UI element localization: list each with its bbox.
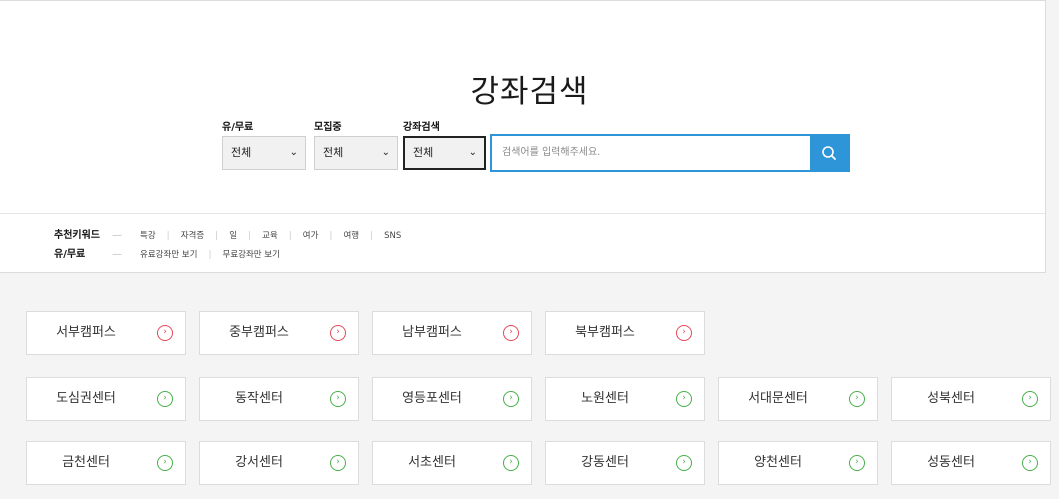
center-label: 강서센터 (235, 455, 283, 470)
chevron-right-circle-icon: › (676, 455, 692, 471)
dash: — (112, 230, 122, 241)
category-select-value: 전체 (413, 146, 434, 159)
divider: | (215, 231, 219, 241)
center-card[interactable]: 서대문센터 › (718, 377, 878, 421)
keyword-link[interactable]: 일 (229, 231, 237, 241)
chevron-down-icon: ⌄ (381, 147, 390, 158)
center-label: 성북센터 (927, 391, 975, 406)
center-label: 강동센터 (581, 455, 629, 470)
center-label: 동작센터 (235, 391, 283, 406)
divider: | (208, 250, 212, 260)
page-title: 강좌검색 (470, 74, 589, 110)
chevron-right-circle-icon: › (1022, 391, 1038, 407)
chevron-right-circle-icon: › (330, 455, 346, 471)
campus-label: 북부캠퍼스 (575, 325, 635, 340)
center-label: 도심권센터 (56, 391, 116, 406)
center-label: 노원센터 (581, 391, 629, 406)
divider (0, 213, 1045, 214)
center-label: 서초센터 (408, 455, 456, 470)
center-card[interactable]: 강서센터 › (199, 441, 359, 485)
search-input[interactable]: 검색어를 입력해주세요. (502, 136, 600, 170)
recruiting-select-value: 전체 (323, 146, 344, 159)
free-only-link[interactable]: 무료강좌만 보기 (223, 250, 280, 260)
filter-label-category: 강좌검색 (403, 122, 440, 133)
paid-row: 유/무료 — 유료강좌만 보기 | 무료강좌만 보기 (54, 245, 280, 260)
center-card[interactable]: 영등포센터 › (372, 377, 532, 421)
chevron-right-circle-icon: › (676, 325, 692, 341)
center-card[interactable]: 성북센터 › (891, 377, 1051, 421)
center-card[interactable]: 도심권센터 › (26, 377, 186, 421)
chevron-right-circle-icon: › (157, 455, 173, 471)
chevron-right-circle-icon: › (676, 391, 692, 407)
campus-card[interactable]: 북부캠퍼스 › (545, 311, 705, 355)
search-box[interactable]: 검색어를 입력해주세요. (490, 134, 850, 172)
center-card[interactable]: 양천센터 › (718, 441, 878, 485)
campus-card[interactable]: 중부캠퍼스 › (199, 311, 359, 355)
center-label: 성동센터 (927, 455, 975, 470)
keyword-link[interactable]: 여행 (343, 231, 359, 241)
keyword-link[interactable]: 특강 (140, 231, 156, 241)
center-card[interactable]: 성동센터 › (891, 441, 1051, 485)
center-card[interactable]: 동작센터 › (199, 377, 359, 421)
campus-label: 남부캠퍼스 (402, 325, 462, 340)
keyword-link[interactable]: 여가 (303, 231, 319, 241)
chevron-right-circle-icon: › (330, 325, 346, 341)
chevron-right-circle-icon: › (849, 391, 865, 407)
keyword-title: 추천키워드 (54, 230, 100, 241)
divider (0, 0, 1045, 1)
campus-card[interactable]: 남부캠퍼스 › (372, 311, 532, 355)
chevron-right-circle-icon: › (330, 391, 346, 407)
category-select[interactable]: 전체 ⌄ (403, 136, 486, 170)
search-icon (822, 146, 836, 160)
keyword-link[interactable]: 교육 (262, 231, 278, 241)
divider: | (248, 231, 252, 241)
chevron-right-circle-icon: › (503, 325, 519, 341)
divider: | (288, 231, 292, 241)
chevron-down-icon: ⌄ (289, 147, 298, 158)
keyword-row: 추천키워드 — 특강 | 자격증 | 일 | 교육 | 여가 | 여행 | SNS (54, 226, 401, 241)
campus-label: 서부캠퍼스 (56, 325, 116, 340)
fee-select[interactable]: 전체 ⌄ (222, 136, 306, 170)
chevron-down-icon: ⌄ (468, 147, 477, 158)
paid-title: 유/무료 (54, 249, 86, 260)
campus-label: 중부캠퍼스 (229, 325, 289, 340)
filter-label-fee: 유/무료 (222, 122, 254, 133)
keyword-link[interactable]: SNS (384, 231, 401, 241)
chevron-right-circle-icon: › (849, 455, 865, 471)
paid-only-link[interactable]: 유료강좌만 보기 (140, 250, 197, 260)
search-button[interactable] (810, 136, 848, 170)
center-card[interactable]: 금천센터 › (26, 441, 186, 485)
campus-card[interactable]: 서부캠퍼스 › (26, 311, 186, 355)
search-panel: 강좌검색 유/무료 모집중 강좌검색 전체 ⌄ 전체 ⌄ 전체 ⌄ 검색어를 입… (0, 0, 1046, 273)
recruiting-select[interactable]: 전체 ⌄ (314, 136, 398, 170)
divider: | (166, 231, 170, 241)
chevron-right-circle-icon: › (157, 325, 173, 341)
chevron-right-circle-icon: › (503, 455, 519, 471)
center-label: 양천센터 (754, 455, 802, 470)
center-label: 영등포센터 (402, 391, 462, 406)
chevron-right-circle-icon: › (503, 391, 519, 407)
fee-select-value: 전체 (231, 146, 252, 159)
center-card[interactable]: 서초센터 › (372, 441, 532, 485)
filter-label-recruiting: 모집중 (314, 122, 342, 133)
center-card[interactable]: 노원센터 › (545, 377, 705, 421)
chevron-right-circle-icon: › (157, 391, 173, 407)
divider: | (329, 231, 333, 241)
dash: — (112, 249, 122, 260)
chevron-right-circle-icon: › (1022, 455, 1038, 471)
center-label: 금천센터 (62, 455, 110, 470)
divider: | (370, 231, 374, 241)
center-label: 서대문센터 (748, 391, 808, 406)
keyword-link[interactable]: 자격증 (181, 231, 204, 241)
center-card[interactable]: 강동센터 › (545, 441, 705, 485)
